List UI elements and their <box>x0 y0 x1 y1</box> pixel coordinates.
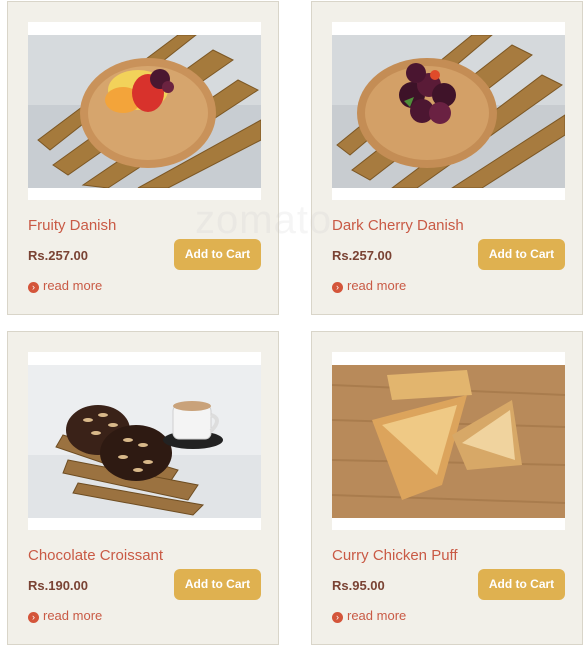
fruity-danish-image <box>28 35 261 188</box>
dark-cherry-danish-image <box>332 35 565 188</box>
chocolate-croissant-photo[interactable] <box>28 365 261 518</box>
read-more-link[interactable]: › read more <box>332 278 406 293</box>
read-more-label: read more <box>347 608 407 623</box>
product-name[interactable]: Curry Chicken Puff <box>332 547 458 564</box>
read-more-label: read more <box>43 608 103 623</box>
add-to-cart-button[interactable]: Add to Cart <box>478 569 565 600</box>
arrow-right-circle-icon: › <box>332 611 343 623</box>
curry-chicken-puff-image <box>332 365 565 518</box>
product-image-frame <box>332 22 565 200</box>
chocolate-croissant-image <box>28 365 261 518</box>
product-price: Rs.257.00 <box>28 248 88 263</box>
read-more-label: read more <box>347 278 407 293</box>
fruity-danish-photo[interactable] <box>28 35 261 188</box>
read-more-link[interactable]: › read more <box>28 278 102 293</box>
arrow-right-circle-icon: › <box>28 611 39 623</box>
add-to-cart-button[interactable]: Add to Cart <box>478 239 565 270</box>
product-price: Rs.190.00 <box>28 578 88 593</box>
read-more-link[interactable]: › read more <box>28 608 102 623</box>
arrow-right-circle-icon: › <box>332 281 343 293</box>
product-name[interactable]: Dark Cherry Danish <box>332 217 464 234</box>
product-image-frame <box>28 22 261 200</box>
arrow-right-circle-icon: › <box>28 281 39 293</box>
add-to-cart-button[interactable]: Add to Cart <box>174 569 261 600</box>
product-image-frame <box>332 352 565 530</box>
product-image-frame <box>28 352 261 530</box>
dark-cherry-danish-photo[interactable] <box>332 35 565 188</box>
add-to-cart-button[interactable]: Add to Cart <box>174 239 261 270</box>
product-name[interactable]: Fruity Danish <box>28 217 116 234</box>
product-price: Rs.257.00 <box>332 248 392 263</box>
read-more-link[interactable]: › read more <box>332 608 406 623</box>
product-card: Dark Cherry Danish Rs.257.00 Add to Cart… <box>311 1 583 315</box>
read-more-label: read more <box>43 278 103 293</box>
product-name[interactable]: Chocolate Croissant <box>28 547 163 564</box>
product-card: Fruity Danish Rs.257.00 Add to Cart › re… <box>7 1 279 315</box>
product-card: Chocolate Croissant Rs.190.00 Add to Car… <box>7 331 279 645</box>
product-card: Curry Chicken Puff Rs.95.00 Add to Cart … <box>311 331 583 645</box>
product-grid: Fruity Danish Rs.257.00 Add to Cart › re… <box>0 0 586 650</box>
product-price: Rs.95.00 <box>332 578 385 593</box>
curry-chicken-puff-photo[interactable] <box>332 365 565 518</box>
